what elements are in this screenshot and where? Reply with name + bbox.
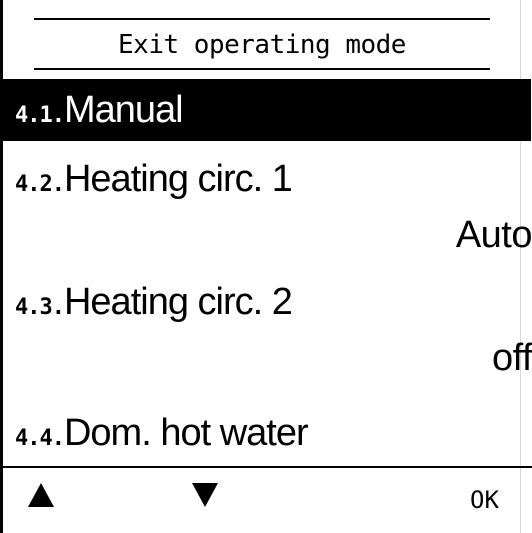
menu-item-heating-circ-2[interactable]: 4.3.Heating circ. 2 [3, 271, 531, 333]
menu-item-number: 4.4. [15, 426, 65, 451]
menu-item-label: Heating circ. 1 [63, 158, 293, 200]
menu-item-label: Dom. hot water [63, 412, 309, 454]
menu-item-number: 4.2. [15, 172, 65, 197]
up-button[interactable] [26, 480, 56, 520]
up-arrow-icon [28, 483, 54, 507]
menu-item-dom-hot-water[interactable]: 4.4.Dom. hot water [3, 402, 531, 464]
ok-button[interactable]: OK [470, 480, 499, 520]
footer-rule [3, 466, 532, 468]
menu-item-label: Manual [63, 89, 184, 131]
controller-display: Exit operating mode 4.1.Manual 4.2.Heati… [0, 0, 532, 533]
menu-item-label: Heating circ. 2 [63, 281, 293, 323]
down-button[interactable] [190, 480, 220, 520]
menu-item-number: 4.1. [15, 103, 65, 128]
heating-circ-2-value: off [491, 337, 532, 379]
menu-item-manual[interactable]: 4.1.Manual [3, 79, 531, 141]
down-arrow-icon [192, 483, 218, 507]
page-title: Exit operating mode [118, 30, 406, 60]
heating-circ-1-value: Auto [455, 214, 532, 256]
header-bottom-rule [34, 68, 490, 70]
header-top-rule [34, 18, 490, 20]
menu-item-heating-circ-1[interactable]: 4.2.Heating circ. 1 [3, 148, 531, 210]
menu-item-number: 4.3. [15, 295, 65, 320]
